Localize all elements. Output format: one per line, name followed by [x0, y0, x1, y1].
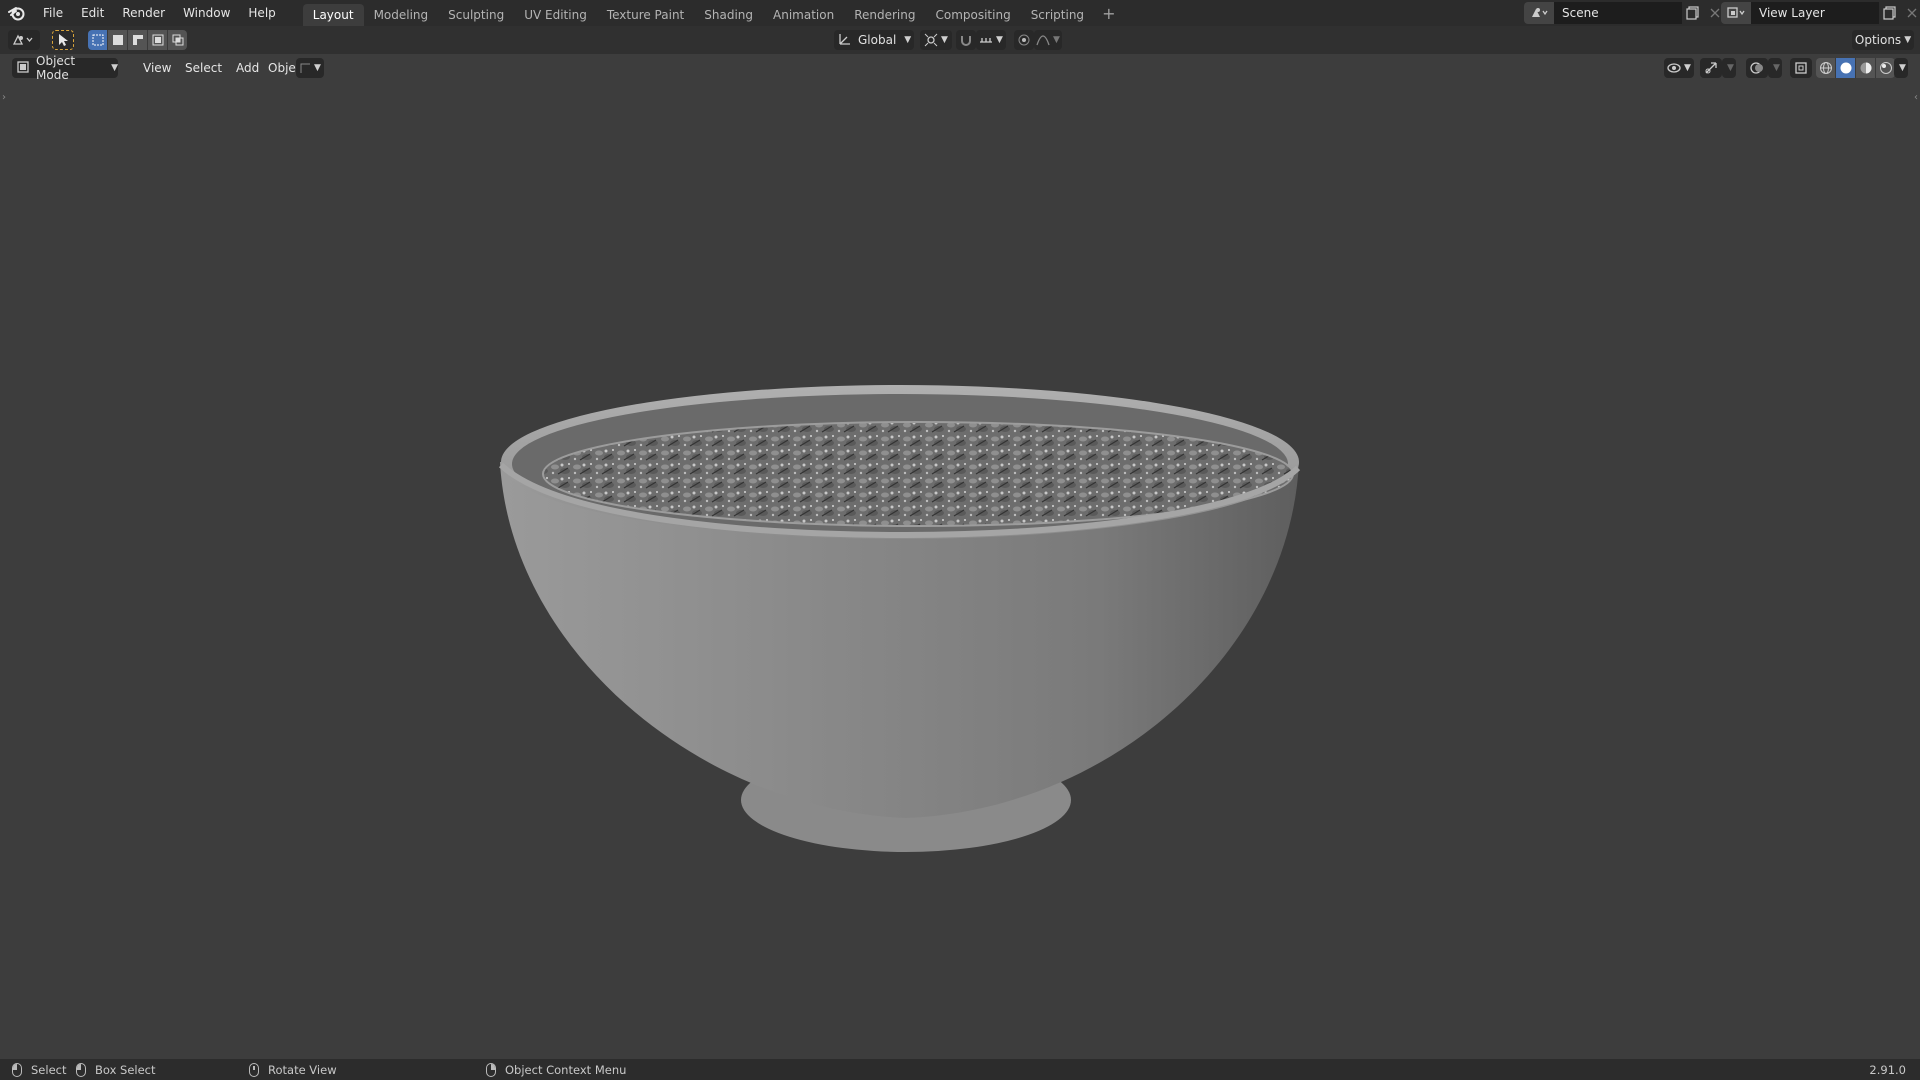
chevron-down-icon: ▼: [1684, 63, 1691, 73]
editor-type-icon[interactable]: [8, 30, 40, 50]
snap-toggle-icon[interactable]: [956, 30, 976, 50]
viewport-scene: [498, 385, 1301, 852]
tab-animation[interactable]: Animation: [763, 4, 844, 26]
overlays-dropdown[interactable]: ▼: [1768, 58, 1782, 78]
view-layer-icon[interactable]: [1721, 2, 1751, 24]
status-rotate-hint: Rotate View: [249, 1059, 337, 1080]
new-view-layer-icon[interactable]: [1879, 2, 1901, 24]
status-context-menu-label: Object Context Menu: [505, 1062, 627, 1077]
add-workspace-button[interactable]: +: [1094, 3, 1123, 25]
proportional-editing-icon[interactable]: [1014, 30, 1034, 50]
status-select-hint: Select: [12, 1059, 66, 1080]
object-mode-icon: [16, 60, 30, 77]
gizmo-toggle-icon[interactable]: [1700, 58, 1722, 78]
chevron-down-icon: ▼: [1904, 35, 1912, 45]
transform-orientation-dropdown[interactable]: Global ▼: [834, 30, 914, 50]
status-box-select-hint: Box Select: [76, 1059, 156, 1080]
top-bar: File Edit Render Window Help Layout Mode…: [0, 0, 1920, 26]
options-label: Options: [1854, 33, 1902, 47]
tab-texture-paint[interactable]: Texture Paint: [597, 4, 694, 26]
status-rotate-label: Rotate View: [268, 1062, 337, 1077]
mouse-drag-icon: [76, 1062, 86, 1077]
tool-settings-bar: Global ▼ ▼ ▼ ▼ Options ▼: [0, 26, 1920, 54]
pivot-point-dropdown[interactable]: ▼: [920, 30, 952, 50]
delete-view-layer-icon[interactable]: [1901, 2, 1920, 24]
scene-selector: Scene: [1524, 2, 1726, 24]
3d-viewport[interactable]: › ‹: [0, 82, 1920, 1059]
tab-modeling[interactable]: Modeling: [364, 4, 439, 26]
status-context-menu-hint: Object Context Menu: [486, 1059, 626, 1080]
status-box-select-label: Box Select: [95, 1062, 156, 1077]
status-select-label: Select: [31, 1062, 67, 1077]
solid-shading-icon[interactable]: [1836, 58, 1856, 78]
transform-pivot-icon[interactable]: ▼: [296, 58, 324, 78]
blender-logo-icon[interactable]: [0, 0, 34, 26]
selection-mode-group: [88, 30, 187, 50]
chevron-down-icon: ▼: [111, 63, 118, 73]
chevron-down-icon: ▼: [996, 35, 1003, 45]
snap-element-dropdown[interactable]: ▼: [976, 30, 1006, 50]
menu-render[interactable]: Render: [113, 0, 174, 26]
select-new-icon[interactable]: [88, 30, 108, 50]
viewport-menu-view[interactable]: View: [137, 58, 177, 78]
scene-icon[interactable]: [1524, 2, 1554, 24]
menu-window[interactable]: Window: [174, 0, 239, 26]
select-extend-icon[interactable]: [108, 30, 128, 50]
xray-toggle-icon[interactable]: [1790, 58, 1812, 78]
view-layer-selector: View Layer: [1721, 2, 1920, 24]
workspace-tabs: Layout Modeling Sculpting UV Editing Tex…: [302, 0, 1124, 26]
tab-sculpting[interactable]: Sculpting: [438, 4, 514, 26]
visibility-dropdown[interactable]: ▼: [1664, 58, 1694, 78]
mouse-left-icon: [12, 1062, 22, 1077]
chevron-down-icon: ▼: [941, 35, 948, 45]
tab-uv-editing[interactable]: UV Editing: [514, 4, 597, 26]
toolbar-expand-icon[interactable]: ›: [2, 92, 6, 103]
viewport-menu-add[interactable]: Add: [230, 58, 265, 78]
chevron-down-icon: ▼: [1727, 63, 1734, 73]
shading-mode-group: [1816, 58, 1895, 78]
mouse-middle-icon: [249, 1062, 259, 1077]
select-invert-icon[interactable]: [148, 30, 168, 50]
tab-rendering[interactable]: Rendering: [844, 4, 925, 26]
orientation-icon: [838, 32, 852, 49]
rendered-shading-icon[interactable]: [1876, 58, 1895, 78]
chevron-down-icon: ▼: [904, 35, 912, 45]
object-mode-dropdown[interactable]: Object Mode ▼: [12, 54, 118, 82]
mouse-right-icon: [486, 1062, 496, 1077]
select-tool-icon[interactable]: [52, 30, 74, 50]
select-intersect-icon[interactable]: [168, 30, 187, 50]
new-scene-icon[interactable]: [1682, 2, 1704, 24]
material-preview-icon[interactable]: [1856, 58, 1876, 78]
tab-layout[interactable]: Layout: [302, 4, 364, 26]
orientation-label: Global: [858, 33, 897, 47]
tab-compositing[interactable]: Compositing: [925, 4, 1020, 26]
menu-edit[interactable]: Edit: [72, 0, 113, 26]
tab-shading[interactable]: Shading: [694, 4, 763, 26]
chevron-down-icon: ▼: [1899, 63, 1906, 73]
select-subtract-icon[interactable]: [128, 30, 148, 50]
object-mode-label: Object Mode: [36, 54, 76, 82]
chevron-down-icon: ▼: [314, 63, 321, 73]
options-dropdown[interactable]: Options ▼: [1852, 30, 1914, 50]
sidebar-expand-icon[interactable]: ‹: [1914, 92, 1918, 103]
shading-options-dropdown[interactable]: ▼: [1894, 58, 1908, 78]
chevron-down-icon: ▼: [1053, 35, 1060, 45]
scene-name-field[interactable]: Scene: [1554, 2, 1682, 24]
chevron-down-icon: ▼: [1773, 63, 1780, 73]
gizmo-dropdown[interactable]: ▼: [1722, 58, 1736, 78]
viewport-menu-select[interactable]: Select: [179, 58, 228, 78]
tab-scripting[interactable]: Scripting: [1021, 4, 1094, 26]
status-bar: Select Box Select Rotate View Object Con…: [0, 1059, 1920, 1080]
wireframe-shading-icon[interactable]: [1816, 58, 1836, 78]
view-layer-name-field[interactable]: View Layer: [1751, 2, 1879, 24]
proportional-falloff-icon[interactable]: ▼: [1034, 30, 1062, 50]
overlays-toggle-icon[interactable]: [1746, 58, 1768, 78]
menu-file[interactable]: File: [34, 0, 72, 26]
version-label: 2.91.0: [1869, 1062, 1906, 1077]
menu-help[interactable]: Help: [239, 0, 284, 26]
